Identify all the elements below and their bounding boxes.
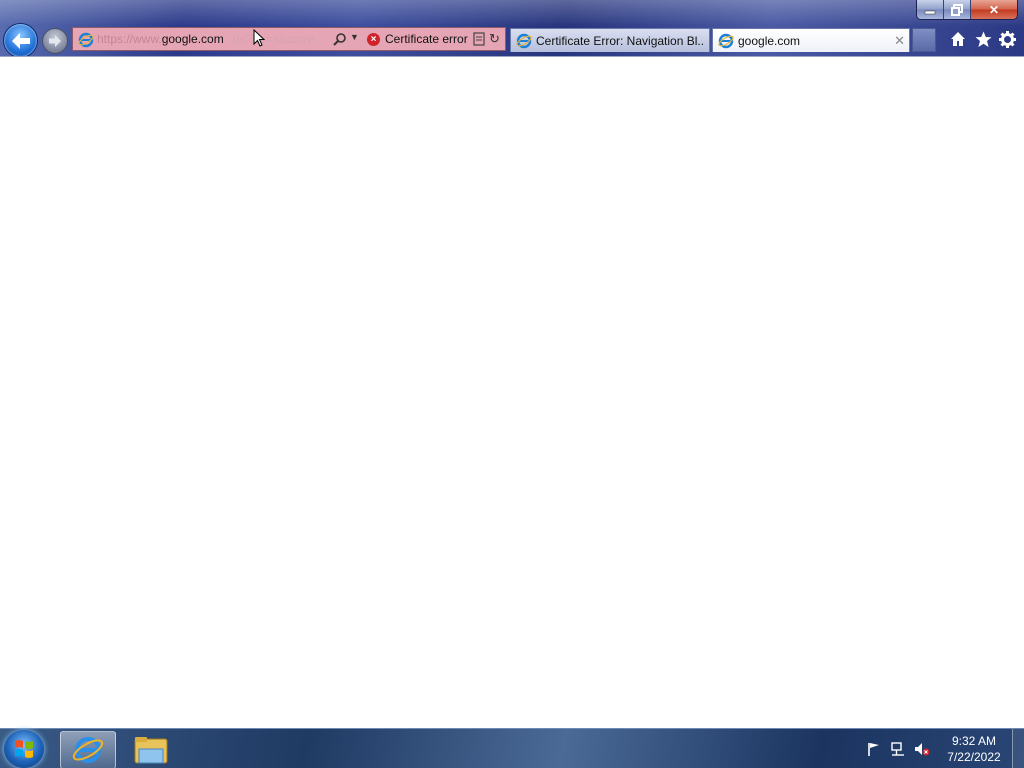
ie-page-icon — [516, 33, 532, 49]
compatibility-view-icon[interactable] — [473, 32, 485, 46]
url-host: google.com — [161, 32, 224, 46]
refresh-icon[interactable]: ↻ — [489, 31, 500, 47]
action-center-flag-icon[interactable] — [866, 741, 882, 757]
minimize-button[interactable] — [917, 0, 944, 19]
page-content — [0, 56, 1024, 729]
close-icon: ✕ — [988, 2, 1000, 17]
windows-taskbar: 9:32 AM 7/22/2022 — [0, 728, 1024, 768]
clock-date: 7/22/2022 — [947, 750, 1001, 764]
url-tail: url?sa=s&dmre — [233, 32, 315, 46]
tab-google[interactable]: google.com ✕ — [712, 28, 910, 52]
ie-icon — [72, 737, 104, 763]
start-button[interactable] — [4, 730, 44, 768]
ie-page-icon — [78, 32, 94, 48]
network-icon[interactable] — [890, 741, 906, 757]
forward-arrow-icon — [49, 35, 61, 47]
clock-time: 9:32 AM — [951, 734, 997, 748]
certificate-error-icon[interactable]: × — [367, 33, 380, 46]
ie-title-bar: ✕ https://www.google.com url?sa=s&dmre ▼… — [0, 0, 1024, 56]
show-desktop-button[interactable] — [1012, 729, 1024, 768]
address-bar[interactable]: https://www.google.com url?sa=s&dmre ▼ ×… — [72, 27, 506, 51]
close-button[interactable]: ✕ — [971, 0, 1017, 19]
taskbar-windows-explorer[interactable] — [125, 731, 179, 767]
window-controls: ✕ — [916, 0, 1018, 20]
address-url[interactable]: https://www.google.com — [97, 32, 224, 46]
chevron-down-icon[interactable]: ▼ — [350, 32, 359, 42]
back-arrow-icon — [11, 32, 30, 49]
forward-button[interactable] — [42, 28, 68, 54]
back-button[interactable] — [3, 23, 38, 56]
new-tab-button[interactable] — [912, 28, 936, 52]
url-prefix: https://www. — [97, 32, 162, 46]
tab-label: Certificate Error: Navigation Bl... — [536, 34, 704, 48]
system-clock[interactable]: 9:32 AM 7/22/2022 — [938, 733, 1010, 765]
gear-icon[interactable] — [997, 29, 1017, 49]
ie-page-icon — [718, 33, 734, 49]
search-icon[interactable] — [333, 32, 347, 46]
taskbar-internet-explorer[interactable] — [60, 731, 116, 768]
star-icon[interactable] — [973, 29, 993, 49]
restore-icon — [951, 3, 963, 16]
restore-button[interactable] — [944, 0, 971, 19]
tab-certificate-error[interactable]: Certificate Error: Navigation Bl... — [510, 28, 710, 52]
tab-label: google.com — [738, 34, 801, 48]
folder-icon — [134, 737, 168, 764]
volume-muted-icon[interactable] — [914, 741, 930, 757]
certificate-error-label[interactable]: Certificate error — [385, 32, 468, 46]
minimize-icon — [924, 10, 936, 14]
mouse-cursor-icon — [253, 29, 265, 47]
windows-logo-icon — [15, 740, 33, 758]
home-icon[interactable] — [948, 29, 968, 49]
tab-close-icon[interactable]: ✕ — [894, 33, 905, 49]
